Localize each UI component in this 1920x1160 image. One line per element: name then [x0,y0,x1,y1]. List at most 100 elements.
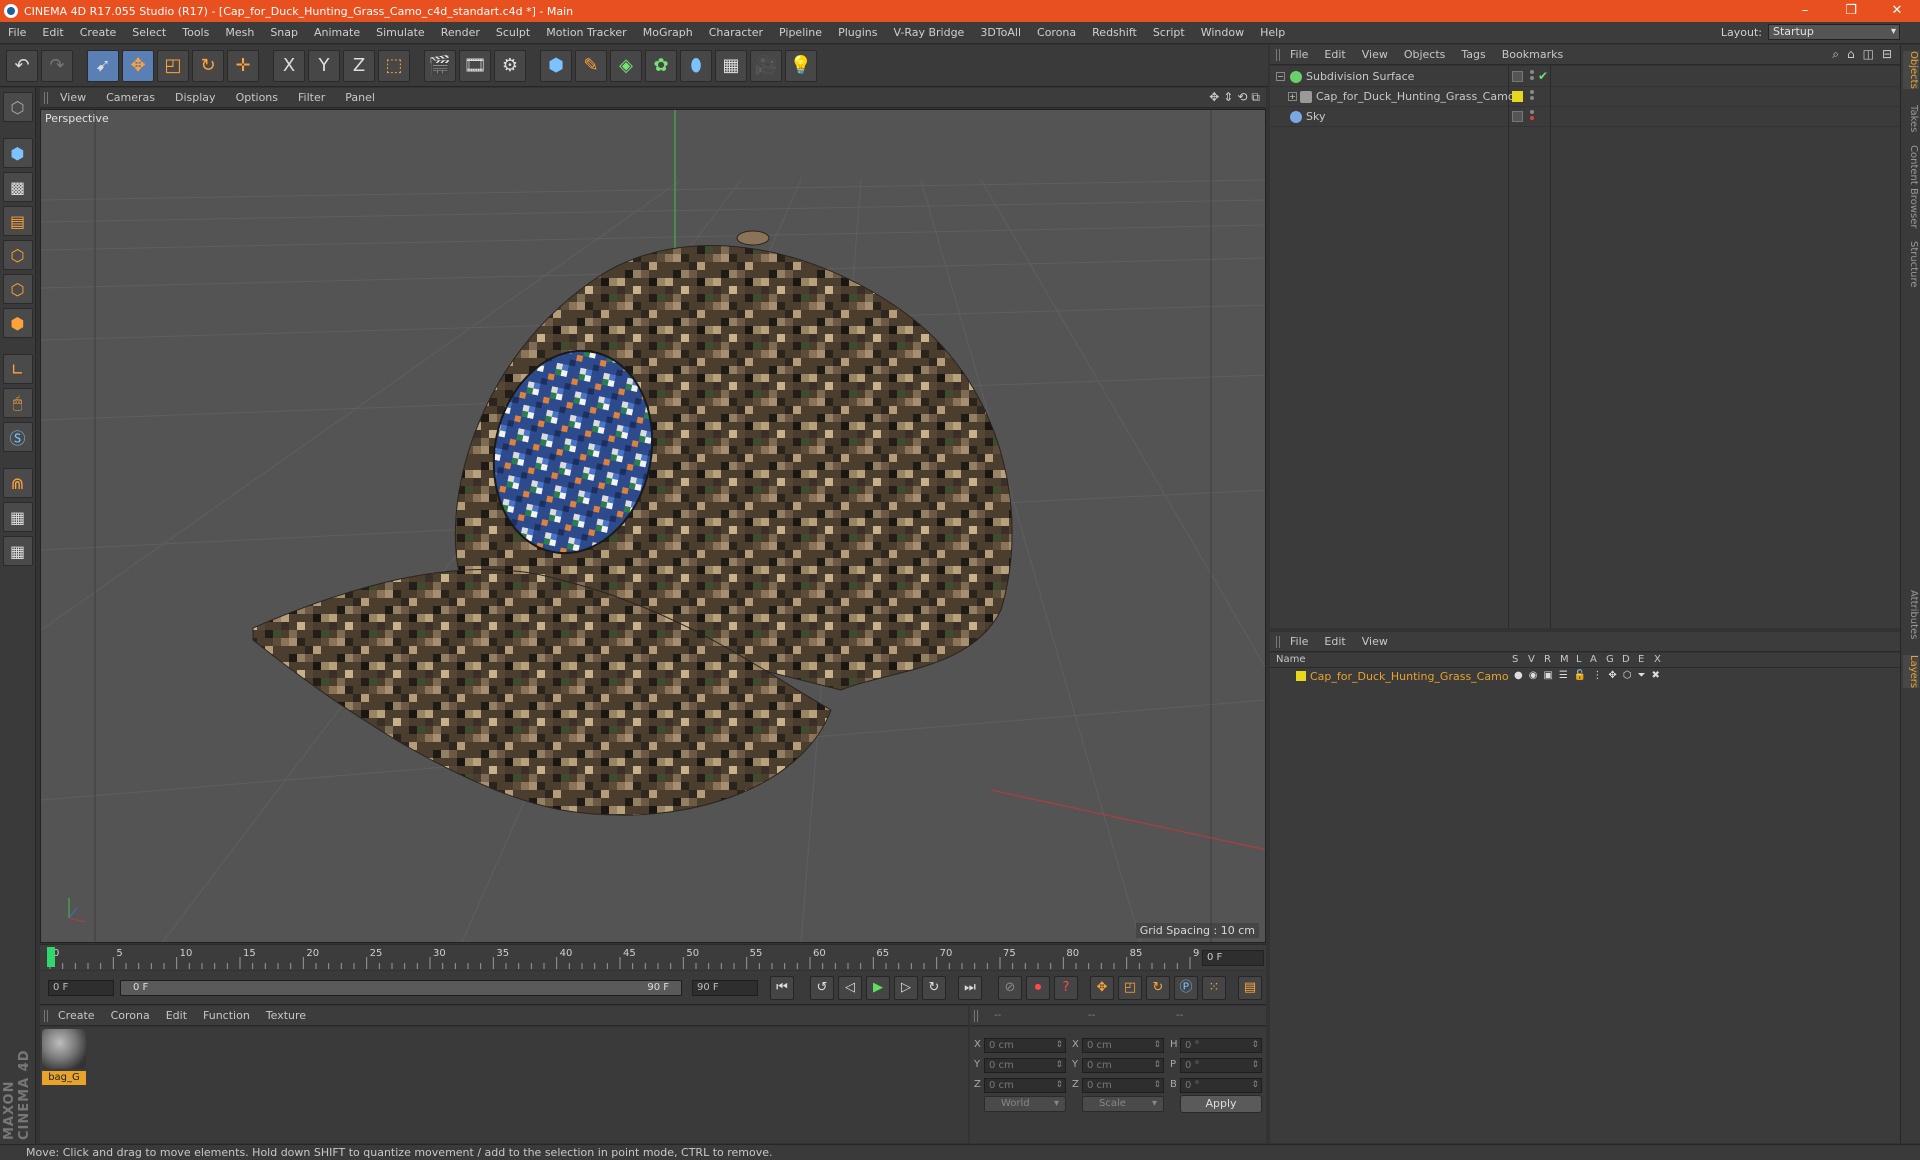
visibility-dots-icon[interactable] [1530,110,1534,124]
start-frame-field[interactable]: 0 F [48,980,114,996]
tab-layers[interactable]: Layers [1903,655,1919,689]
viewport-menu-view[interactable]: View [50,91,96,104]
size-x-field[interactable]: 0 cm [1082,1038,1164,1053]
column-render[interactable]: R [1544,654,1551,665]
workplane-mode-icon[interactable]: ▤ [2,206,33,236]
menu-pipeline[interactable]: Pipeline [771,26,830,39]
layers-menu-file[interactable]: File [1282,635,1316,648]
position-x-field[interactable]: 0 cm [984,1038,1066,1053]
menu-corona[interactable]: Corona [1029,26,1084,39]
floor-icon[interactable]: ▦ [715,49,747,82]
edit-render-settings-icon[interactable]: ⚙ [494,49,526,82]
material-menu-edit[interactable]: Edit [158,1009,195,1022]
y-axis-icon[interactable]: Y [308,49,340,82]
menu-help[interactable]: Help [1252,26,1293,39]
new-view-icon[interactable]: ◫ [1863,47,1874,62]
layer-color-icon[interactable] [1512,91,1523,102]
transform-mode-dropdown[interactable]: Scale [1082,1096,1164,1112]
layers-menu-view[interactable]: View [1354,635,1396,648]
rotation-b-field[interactable]: 0 ° [1180,1078,1262,1093]
play-icon[interactable]: ▶ [866,976,890,1000]
objects-menu-view[interactable]: View [1354,48,1396,61]
tab-content-browser[interactable]: Content Browser [1903,145,1919,228]
menu-plugins[interactable]: Plugins [830,26,885,39]
generator-icon[interactable]: ✥ [1608,670,1616,681]
lock-panel-icon[interactable]: ⊟ [1882,47,1892,62]
material-swatch[interactable]: bag_G [42,1029,86,1085]
enabled-check-icon[interactable]: ✔ [1538,69,1548,83]
objects-menu-file[interactable]: File [1282,48,1316,61]
menu-edit[interactable]: Edit [34,26,71,39]
key-scale-icon[interactable]: ◰ [1118,976,1142,1000]
column-animation[interactable]: A [1590,654,1597,665]
locked-workplane-icon[interactable]: ▦ [2,502,33,532]
menu-vray-bridge[interactable]: V-Ray Bridge [885,26,972,39]
tweak-mode-icon[interactable]: 🖱 [2,388,33,418]
layout-dropdown[interactable]: Startup [1768,24,1900,40]
menu-create[interactable]: Create [72,26,125,39]
zoom-icon[interactable]: ⇕ [1223,90,1233,105]
redo-icon[interactable]: ↷ [41,49,73,82]
column-deformers[interactable]: D [1622,654,1630,665]
menu-character[interactable]: Character [701,26,771,39]
animation-icon[interactable]: ⋮ [1592,670,1602,681]
objects-menu-tags[interactable]: Tags [1453,48,1493,61]
lock-icon[interactable]: 🔓 [1574,670,1586,681]
menu-render[interactable]: Render [433,26,488,39]
size-z-field[interactable]: 0 cm [1082,1078,1164,1093]
column-xref[interactable]: X [1654,654,1661,665]
layer-color-icon[interactable] [1296,671,1306,681]
material-menu-corona[interactable]: Corona [103,1009,158,1022]
objects-menu-edit[interactable]: Edit [1316,48,1353,61]
menu-select[interactable]: Select [124,26,174,39]
cloner-icon[interactable]: ✿ [645,49,677,82]
menu-sculpt[interactable]: Sculpt [488,26,538,39]
undo-icon[interactable]: ↶ [6,49,38,82]
panel-grip-icon[interactable] [974,1009,980,1022]
camera-icon[interactable]: 🎥 [750,49,782,82]
minimize-button[interactable]: – [1782,0,1828,22]
apply-button[interactable]: Apply [1180,1095,1262,1113]
planar-workplane-icon[interactable]: ▦ [2,536,33,566]
viewport-menu-filter[interactable]: Filter [288,91,335,104]
column-solo[interactable]: S [1512,654,1518,665]
menu-tools[interactable]: Tools [174,26,217,39]
layers-menu-edit[interactable]: Edit [1316,635,1353,648]
3d-viewport[interactable]: Perspective Grid Spacing : 10 cm [40,109,1266,943]
key-pla-icon[interactable]: ⁙ [1202,976,1226,1000]
go-to-end-icon[interactable]: ⏭ [958,976,982,1000]
timeline-window-icon[interactable]: ▤ [1238,976,1262,1000]
coordinate-mode-dropdown[interactable]: World [984,1096,1066,1112]
tab-objects[interactable]: Objects [1903,51,1919,89]
snap-icon[interactable]: Ⓢ [2,422,33,452]
previous-frame-icon[interactable]: ◁ [838,976,862,1000]
menu-script[interactable]: Script [1145,26,1193,39]
expression-icon[interactable]: ⏷ [1637,670,1645,681]
coordinate-system-icon[interactable]: ⬚ [378,49,410,82]
objects-menu-bookmarks[interactable]: Bookmarks [1494,48,1571,61]
render-icon[interactable]: ▣ [1543,670,1552,681]
layer-row[interactable]: Cap_for_Duck_Hunting_Grass_Camo ● ◉ ▣ ☰ … [1270,669,1900,684]
view-icon[interactable]: ◉ [1529,670,1538,681]
menu-snap[interactable]: Snap [262,26,306,39]
polygons-mode-icon[interactable]: ⬢ [2,308,33,338]
material-menu-function[interactable]: Function [195,1009,258,1022]
visibility-dots-icon[interactable] [1530,70,1534,84]
model-mode-icon[interactable]: ⬢ [2,138,33,168]
auto-keying-icon[interactable]: ⏺ [1026,976,1050,1000]
timeline-ruler[interactable]: 051015202530354045505560657075808590 0 F [40,944,1266,970]
end-frame-field[interactable]: 90 F [692,980,758,996]
close-button[interactable]: ✕ [1874,0,1920,22]
playhead[interactable] [47,947,55,967]
menu-redshift[interactable]: Redshift [1084,26,1145,39]
column-name[interactable]: Name [1276,654,1306,665]
orbit-icon[interactable]: ⟲ [1237,90,1247,105]
z-axis-icon[interactable]: Z [343,49,375,82]
key-position-icon[interactable]: ✥ [1090,976,1114,1000]
previous-key-icon[interactable]: ↺ [810,976,834,1000]
last-tool-icon[interactable]: ✛ [227,49,259,82]
column-manager[interactable]: M [1560,654,1569,665]
pen-spline-icon[interactable]: ✎ [575,49,607,82]
light-icon[interactable]: 💡 [785,49,817,82]
position-z-field[interactable]: 0 cm [984,1078,1066,1093]
